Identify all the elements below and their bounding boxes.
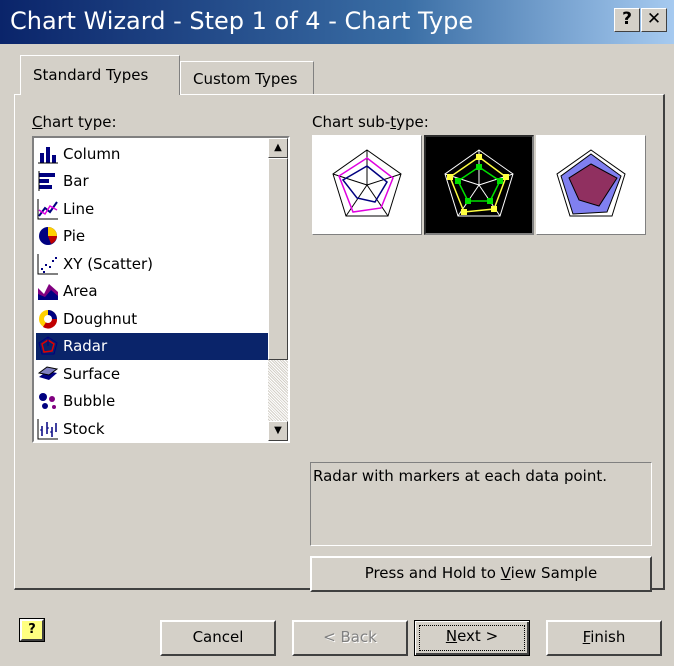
radar-markers-subtype-icon <box>444 149 514 217</box>
window-title: Chart Wizard - Step 1 of 4 - Chart Type <box>10 7 474 35</box>
chart-type-item-label: Stock <box>63 419 105 438</box>
chart-type-item-column[interactable]: Column <box>36 140 268 167</box>
chart-type-item-stock[interactable]: Stock <box>36 415 268 441</box>
title-bar: Chart Wizard - Step 1 of 4 - Chart Type … <box>0 0 674 44</box>
chart-type-item-label: Doughnut <box>63 309 138 328</box>
chart-type-item-xy-scatter[interactable]: XY (Scatter) <box>36 250 268 277</box>
radar-chart-icon <box>38 336 58 355</box>
radar-subtype-icon <box>332 149 402 217</box>
back-button[interactable]: < Back <box>292 620 408 656</box>
chart-subtype-label: Chart sub-type: <box>312 113 429 131</box>
bar-chart-icon <box>38 171 55 191</box>
stock-chart-icon <box>37 418 58 439</box>
chart-type-item-label: Radar <box>63 337 108 355</box>
subtype-radar-markers[interactable] <box>423 134 535 236</box>
list-scrollbar[interactable]: ▲ ▼ <box>268 138 288 441</box>
tab-standard-types[interactable]: Standard Types <box>20 55 180 95</box>
chart-type-item-bar[interactable]: Bar <box>36 168 268 195</box>
doughnut-chart-icon <box>39 309 58 329</box>
scatter-chart-icon <box>37 253 58 274</box>
chart-type-item-bubble[interactable]: Bubble <box>36 388 268 415</box>
press-hold-view-sample-button[interactable]: Press and Hold to View Sample <box>310 556 652 592</box>
chart-type-item-label: Line <box>63 199 95 218</box>
scroll-thumb[interactable] <box>268 158 288 360</box>
chart-type-item-label: Column <box>63 144 121 163</box>
chart-type-item-label: Surface <box>63 364 121 383</box>
surface-chart-icon <box>37 365 59 380</box>
chart-type-item-pie[interactable]: Pie <box>36 223 268 250</box>
office-assistant-help-icon[interactable]: ? <box>19 618 45 642</box>
next-button[interactable]: Next > <box>414 620 530 656</box>
column-chart-icon <box>38 146 58 163</box>
chart-type-item-surface[interactable]: Surface <box>36 360 268 387</box>
tab-custom-types[interactable]: Custom Types <box>180 61 314 95</box>
chart-type-item-radar[interactable]: Radar <box>36 332 268 360</box>
chart-type-item-label: XY (Scatter) <box>63 254 154 273</box>
chart-type-item-line[interactable]: Line <box>36 195 268 222</box>
subtype-radar[interactable] <box>311 134 423 236</box>
subtype-filled-radar[interactable] <box>535 134 647 236</box>
scroll-track[interactable] <box>268 360 288 421</box>
scroll-up-icon[interactable]: ▲ <box>268 138 288 158</box>
pie-chart-icon <box>39 227 57 245</box>
scroll-down-icon[interactable]: ▼ <box>268 421 288 441</box>
help-button[interactable]: ? <box>614 8 640 32</box>
bubble-chart-icon <box>39 393 56 409</box>
finish-button[interactable]: Finish <box>546 620 662 656</box>
chart-type-item-area[interactable]: Area <box>36 278 268 305</box>
area-chart-icon <box>38 284 58 300</box>
chart-type-list[interactable]: Column Bar Line Pie XY (Scatter) Area Doughnut… <box>32 136 290 443</box>
filled-radar-subtype-icon <box>556 149 626 217</box>
tab-standard-types-label: Standard Types <box>33 66 149 84</box>
chart-type-label: Chart type: <box>32 113 117 131</box>
chart-type-item-label: Bubble <box>63 392 116 410</box>
chart-type-item-doughnut[interactable]: Doughnut <box>36 305 268 332</box>
chart-type-item-label: Bar <box>63 172 89 190</box>
cancel-button[interactable]: Cancel <box>160 620 276 656</box>
line-chart-icon <box>37 198 58 219</box>
chart-type-item-label: Pie <box>63 227 86 245</box>
tab-custom-types-label: Custom Types <box>193 70 298 88</box>
close-button[interactable]: ✕ <box>641 8 667 32</box>
subtype-description: Radar with markers at each data point. <box>310 462 652 546</box>
chart-type-item-label: Area <box>63 282 98 300</box>
